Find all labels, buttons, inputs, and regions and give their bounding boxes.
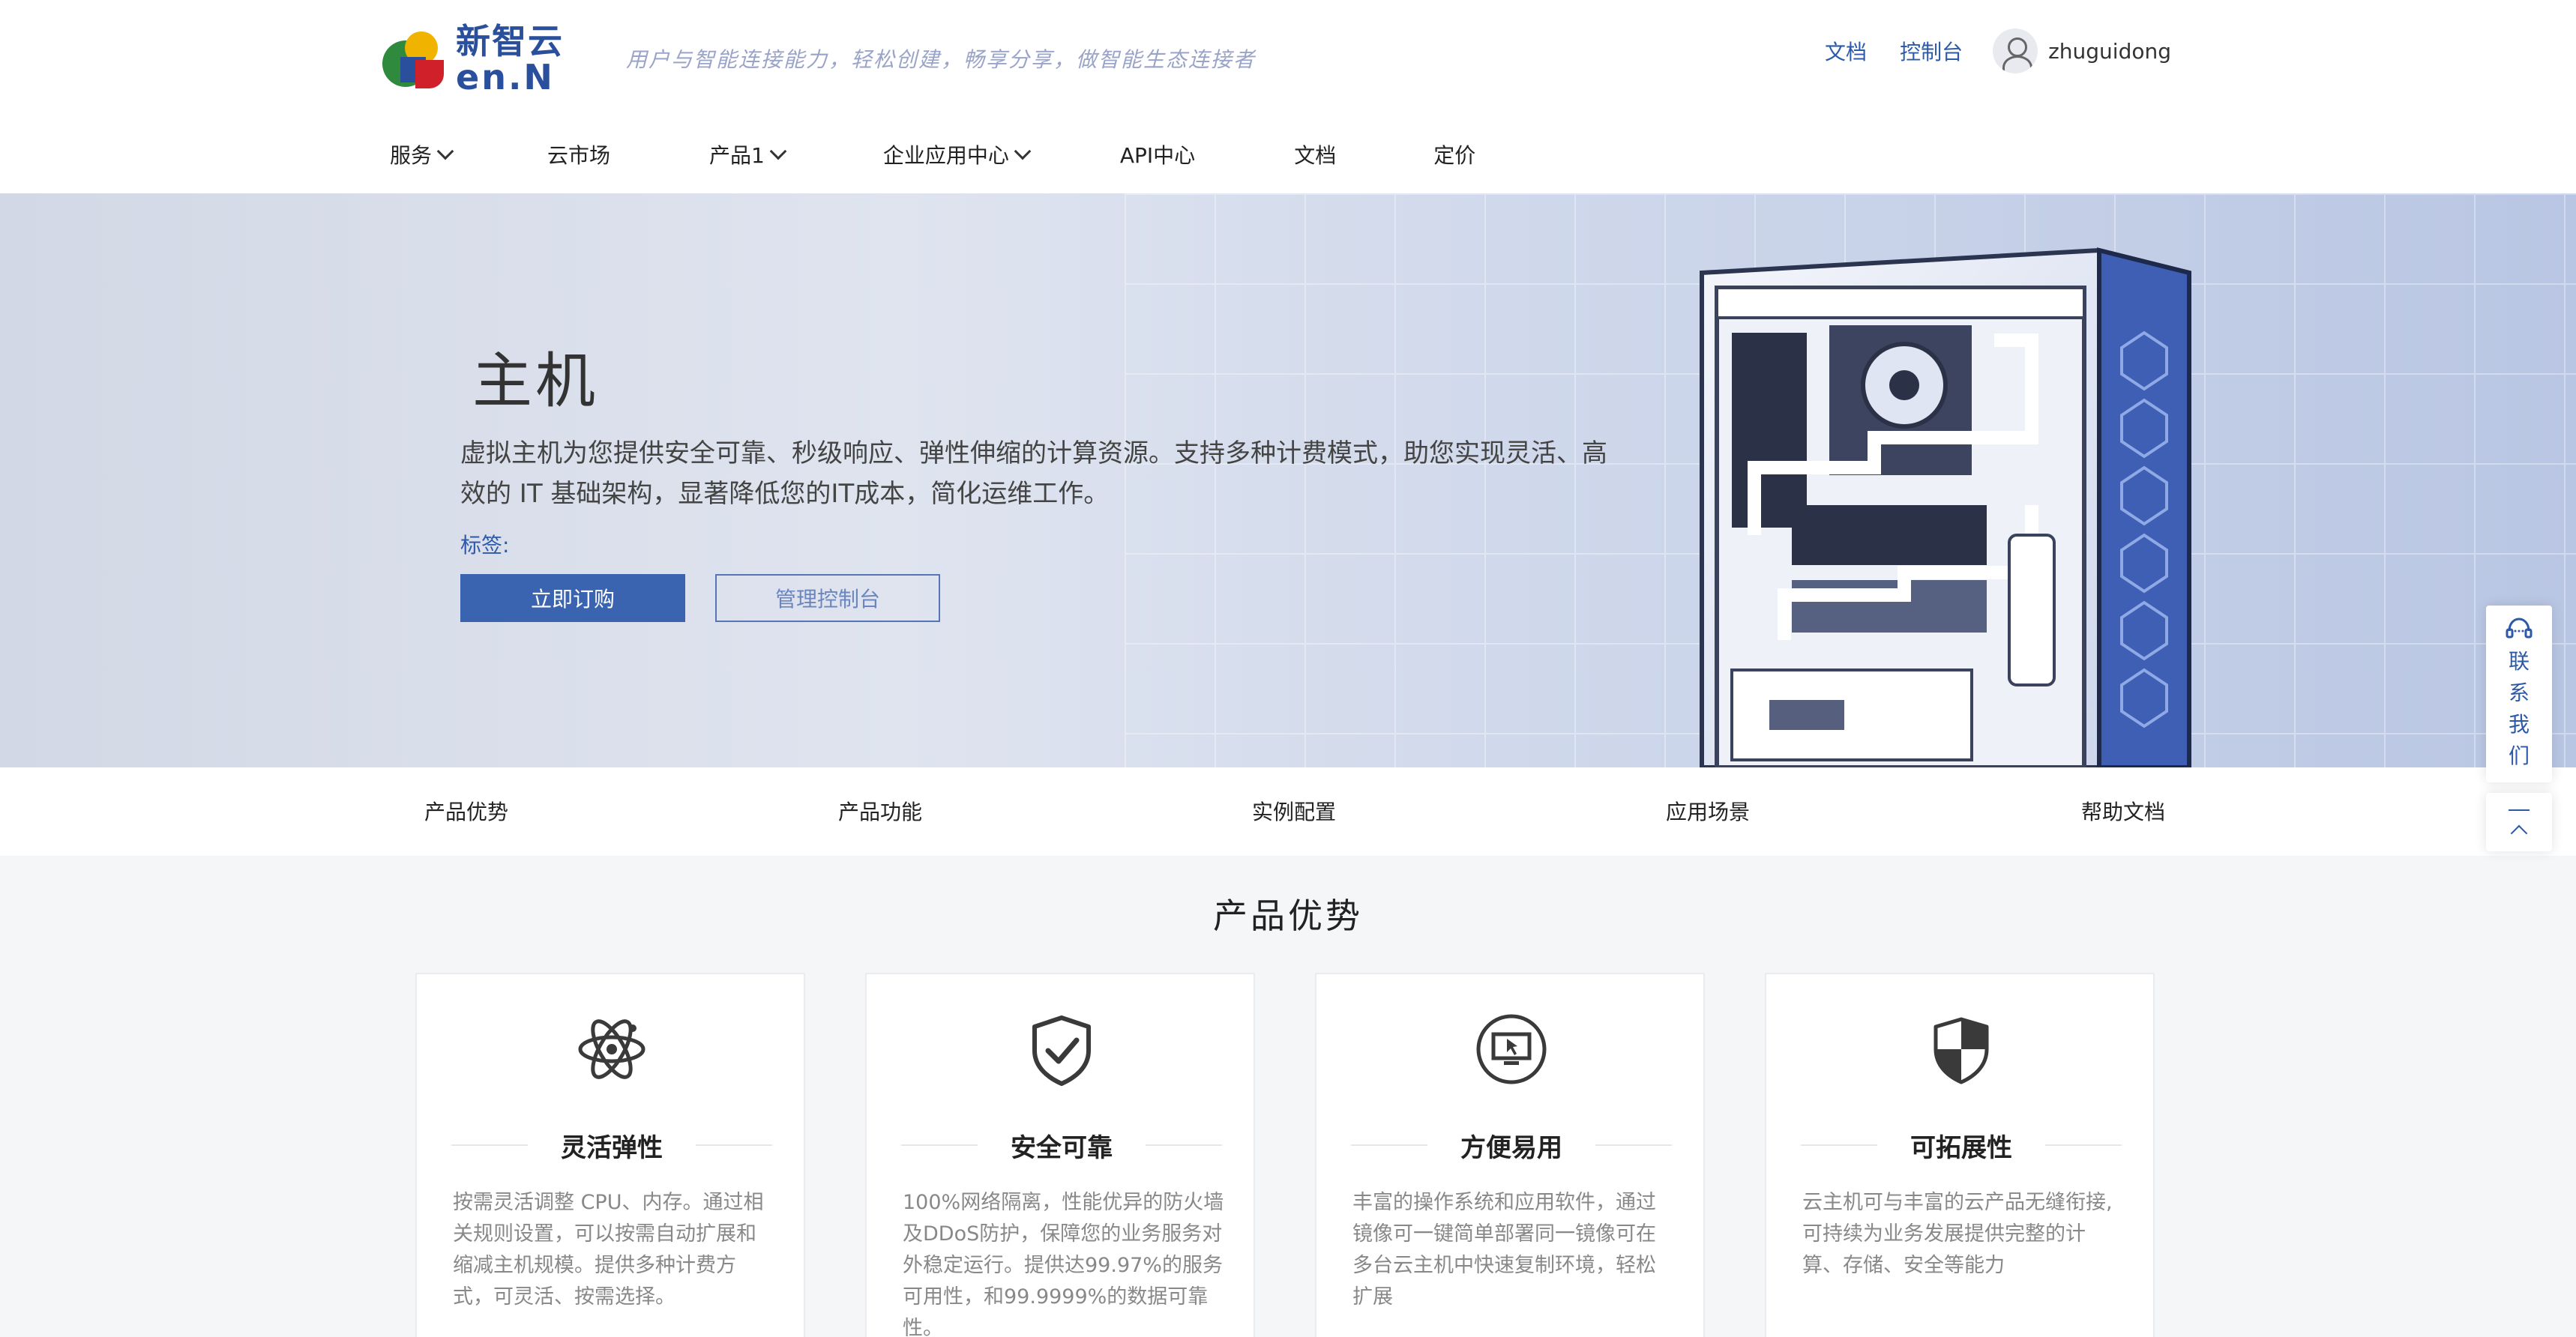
logo-mark-icon (382, 27, 447, 91)
card-description: 按需灵活调整 CPU、内存。通过相关规则设置，可以按需自动扩展和缩减主机规模。提… (453, 1191, 764, 1309)
atom-icon (578, 1019, 645, 1079)
card-description: 100%网络隔离，性能优异的防火墙及DDoS防护，保障您的业务服务对外稳定运行。… (903, 1191, 1224, 1337)
logo-en-text: en.N (456, 57, 555, 97)
manage-console-button[interactable]: 管理控制台 (715, 574, 940, 622)
card-title: 可拓展性 (1910, 1132, 2012, 1163)
card-title: 安全可靠 (1011, 1132, 1113, 1163)
chevron-down-icon (436, 142, 454, 160)
logo[interactable]: 新智云 en.N (382, 24, 564, 94)
chevron-down-icon (1014, 142, 1032, 160)
buy-now-button[interactable]: 立即订购 (460, 574, 685, 622)
card-description: 云主机可与丰富的云产品无缝衔接,可持续为业务发展提供完整的计算、存储、安全等能力 (1802, 1191, 2113, 1277)
nav-item-docs[interactable]: 文档 (1294, 139, 1336, 169)
nav-item-services[interactable]: 服务 (390, 139, 454, 169)
card-title: 灵活弹性 (561, 1132, 663, 1163)
chevron-down-icon (769, 142, 787, 160)
card-title: 方便易用 (1460, 1132, 1562, 1163)
product-subnav: 产品优势 产品功能 实例配置 应用场景 帮助文档 (0, 767, 2576, 856)
shield-half-icon (1933, 1017, 1989, 1084)
top-link-docs[interactable]: 文档 (1825, 36, 1867, 66)
server-illustration (1700, 247, 2191, 767)
shield-check-icon (1032, 1015, 1091, 1086)
site-header: 新智云 en.N 用户与智能连接能力，轻松创建，畅享分享，做智能生态连接者 文档… (0, 0, 2576, 193)
divider (2045, 1144, 2122, 1146)
subnav-item-instance-config[interactable]: 实例配置 (1252, 796, 1336, 826)
user-menu[interactable]: zhuguidong (1993, 28, 2171, 73)
advantage-card: 灵活弹性 按需灵活调整 CPU、内存。通过相关规则设置，可以按需自动扩展和缩减主… (415, 973, 805, 1337)
top-link-console[interactable]: 控制台 (1900, 36, 1963, 66)
hero-title: 主机 (472, 346, 598, 416)
hero-banner: 主机 虚拟主机为您提供安全可靠、秒级响应、弹性伸缩的计算资源。支持多种计费模式，… (0, 193, 2576, 767)
top-links: 文档 控制台 zhuguidong (1792, 28, 2171, 73)
subnav-item-advantages[interactable]: 产品优势 (424, 796, 508, 826)
avatar-icon (1993, 28, 2038, 73)
monitor-icon (1476, 1014, 1547, 1084)
contact-us-label: 联系我们 (2508, 649, 2530, 768)
divider (1351, 1144, 1427, 1146)
logo-cn-text: 新智云 (456, 21, 564, 61)
chevron-up-icon (2510, 824, 2528, 842)
hero-tag-label: 标签: (460, 533, 510, 558)
subnav-item-scenarios[interactable]: 应用场景 (1666, 796, 1750, 826)
back-to-top-icon (2509, 809, 2530, 811)
divider (1146, 1144, 1222, 1146)
contact-us-button[interactable]: 联系我们 (2486, 606, 2552, 782)
divider (1595, 1144, 1672, 1146)
username: zhuguidong (2048, 38, 2171, 64)
back-to-top-button[interactable] (2486, 793, 2552, 851)
divider (451, 1144, 528, 1146)
main-nav: 服务 云市场 产品1 企业应用中心 API中心 文档 定价 (390, 135, 1475, 174)
divider (696, 1144, 772, 1146)
advantage-card: 安全可靠 100%网络隔离，性能优异的防火墙及DDoS防护，保障您的业务服务对外… (865, 973, 1255, 1337)
divider (901, 1144, 978, 1146)
subnav-item-help-docs[interactable]: 帮助文档 (2081, 796, 2165, 826)
divider (1801, 1144, 1877, 1146)
advantage-card: 方便易用 丰富的操作系统和应用软件，通过镜像可一键简单部署同一镜像可在多台云主机… (1315, 973, 1705, 1337)
nav-item-api-center[interactable]: API中心 (1120, 139, 1195, 169)
headset-icon (2506, 618, 2533, 639)
nav-item-cloud-market[interactable]: 云市场 (547, 139, 610, 169)
subnav-item-features[interactable]: 产品功能 (838, 796, 922, 826)
slogan: 用户与智能连接能力，轻松创建，畅享分享，做智能生态连接者 (626, 47, 1257, 72)
nav-item-pricing[interactable]: 定价 (1433, 139, 1475, 169)
advantage-card: 可拓展性 云主机可与丰富的云产品无缝衔接,可持续为业务发展提供完整的计算、存储、… (1765, 973, 2155, 1337)
card-description: 丰富的操作系统和应用软件，通过镜像可一键简单部署同一镜像可在多台云主机中快速复制… (1352, 1191, 1656, 1309)
nav-item-enterprise-apps[interactable]: 企业应用中心 (883, 139, 1032, 169)
nav-item-product1[interactable]: 产品1 (709, 139, 787, 169)
section-title: 产品优势 (1213, 896, 1363, 936)
hero-description: 虚拟主机为您提供安全可靠、秒级响应、弹性伸缩的计算资源。支持多种计费模式，助您实… (460, 438, 1607, 509)
